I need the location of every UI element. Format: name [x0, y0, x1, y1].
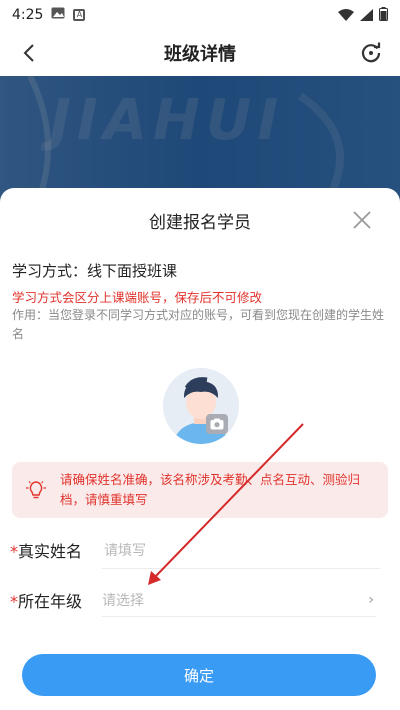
grade-field: *所在年级 请选择 › — [10, 578, 376, 622]
chevron-right-icon: › — [368, 592, 374, 608]
real-name-label-wrap: *真实姓名 — [10, 538, 82, 562]
real-name-field: *真实姓名 — [10, 528, 380, 572]
image-notification-icon — [51, 7, 65, 23]
lightbulb-icon — [24, 478, 48, 502]
required-mark: * — [10, 542, 18, 561]
grade-select[interactable]: 请选择 › — [102, 584, 376, 617]
avatar-upload[interactable] — [163, 368, 239, 444]
page-title: 班级详情 — [164, 44, 236, 65]
wifi-icon — [338, 6, 354, 25]
confirm-button[interactable]: 确定 — [22, 654, 376, 696]
refresh-button[interactable] — [356, 38, 386, 68]
tip-box: 请确保姓名准确，该名称涉及考勤、点名互动、测验归档，请慎重填写 — [12, 462, 388, 518]
signal-icon — [360, 6, 373, 25]
study-method-warning: 学习方式会区分上课端账号，保存后不可修改 — [12, 290, 263, 305]
close-button[interactable] — [350, 208, 374, 232]
battery-icon — [379, 6, 388, 25]
status-right — [338, 6, 388, 25]
back-button[interactable] — [14, 38, 44, 68]
required-mark: * — [10, 592, 18, 611]
status-time: 4:25 — [12, 7, 44, 23]
sheet-title: 创建报名学员 — [149, 213, 251, 233]
study-method-value: 线下面授班课 — [87, 262, 178, 280]
real-name-input[interactable] — [102, 534, 380, 569]
back-arrow-icon — [23, 44, 34, 62]
refresh-icon — [361, 42, 381, 63]
study-method-row: 学习方式：线下面授班课 — [12, 260, 177, 281]
grade-label: 所在年级 — [18, 592, 83, 611]
grade-label-wrap: *所在年级 — [10, 588, 82, 612]
status-bar: 4:25 A — [0, 0, 400, 30]
status-left: 4:25 A — [12, 7, 86, 23]
app-notification-icon: A — [73, 9, 86, 21]
create-student-sheet: 创建报名学员 学习方式：线下面授班课 学习方式会区分上课端账号，保存后不可修改 … — [0, 188, 400, 710]
close-icon — [353, 211, 371, 229]
nav-bar: 班级详情 — [0, 30, 400, 76]
camera-icon — [210, 418, 224, 430]
study-method-note: 作用：当您登录不同学习方式对应的账号，可看到您现在创建的学生姓名 — [12, 308, 385, 341]
tip-text: 请确保姓名准确，该名称涉及考勤、点名互动、测验归档，请慎重填写 — [60, 472, 361, 507]
study-method-label: 学习方式： — [12, 262, 88, 280]
real-name-label: 真实姓名 — [18, 542, 83, 561]
avatar-illustration — [163, 368, 239, 444]
camera-button[interactable] — [206, 414, 228, 434]
grade-placeholder: 请选择 — [102, 593, 144, 609]
